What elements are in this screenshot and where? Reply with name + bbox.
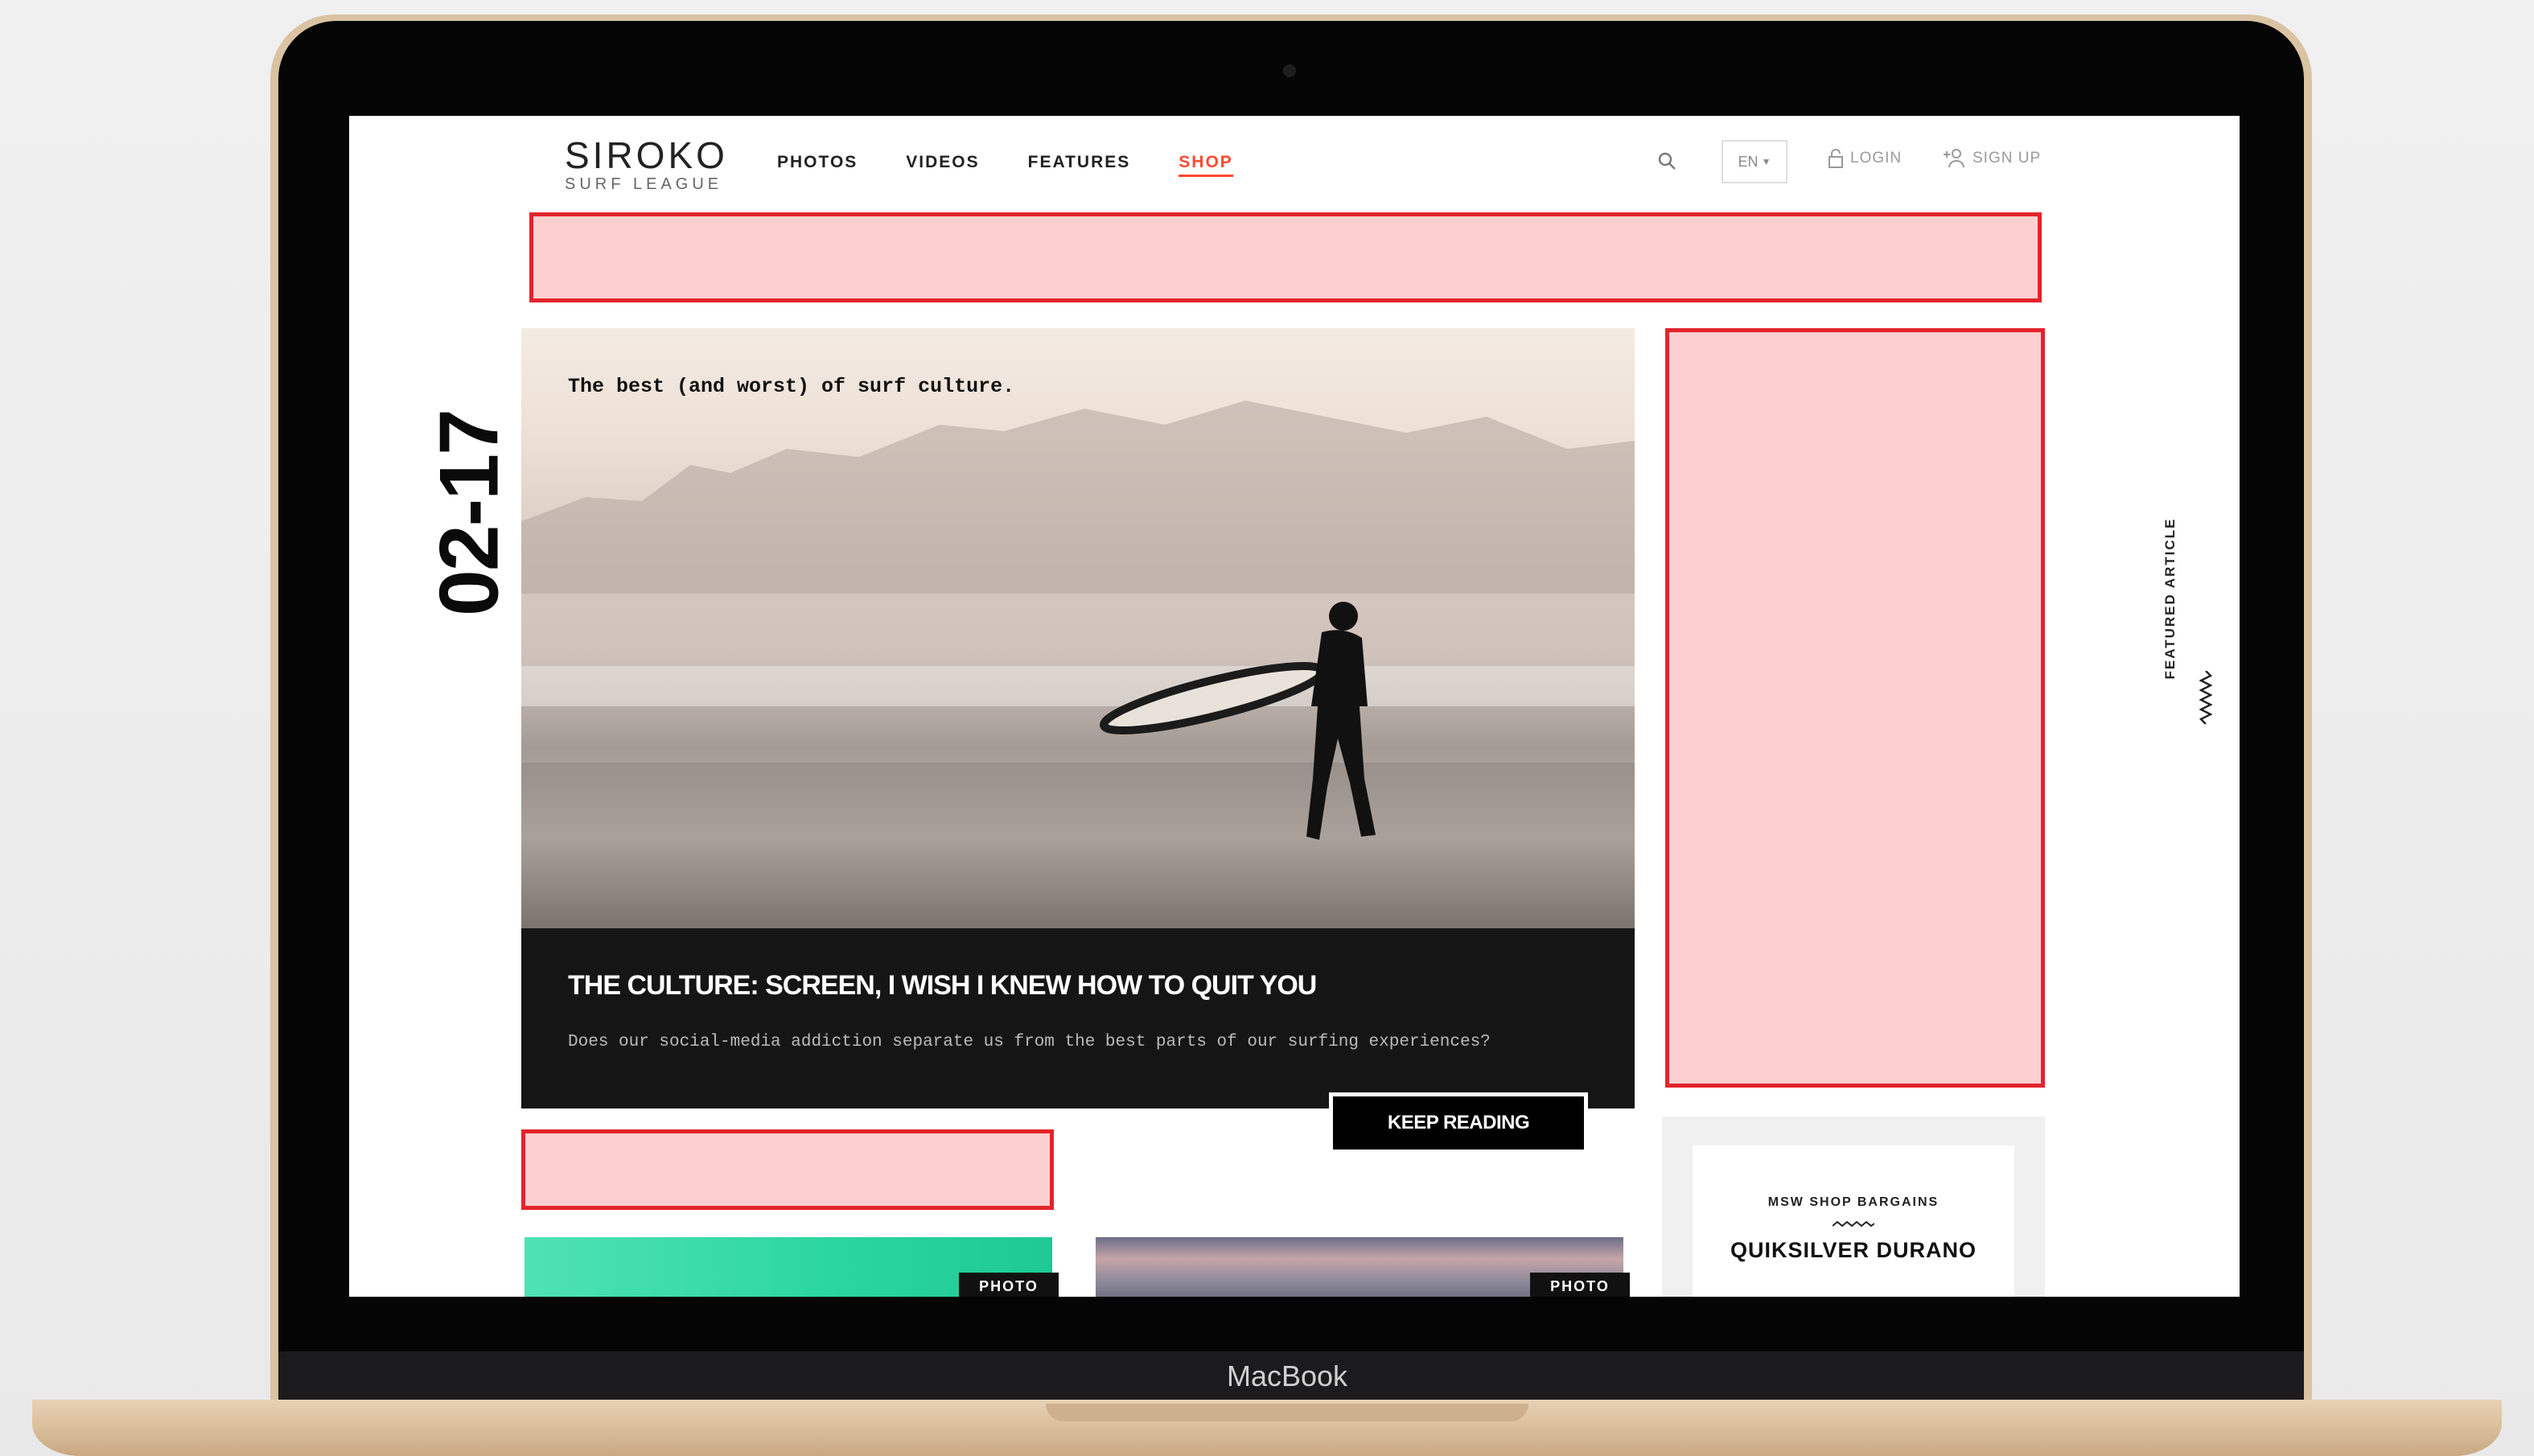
ad-banner-side[interactable]	[1665, 328, 2045, 1088]
nav-item-shop[interactable]: SHOP	[1179, 153, 1233, 177]
photo-tag: PHOTO	[1530, 1273, 1630, 1297]
language-value: EN	[1738, 153, 1759, 170]
shop-bargains-card[interactable]: MSW SHOP BARGAINS QUIKSILVER DURANO	[1662, 1117, 2045, 1297]
nav-item-videos[interactable]: VIDEOS	[906, 153, 979, 177]
article-title[interactable]: THE CULTURE: SCREEN, I WISH I KNEW HOW T…	[568, 970, 1317, 1002]
photo-tag: PHOTO	[959, 1273, 1059, 1297]
hero-image[interactable]: The best (and worst) of surf culture.	[521, 328, 1635, 928]
wave-icon	[2199, 671, 2212, 725]
login-link[interactable]: LOGIN	[1828, 148, 1902, 169]
laptop-hinge-notch	[1046, 1404, 1528, 1421]
chevron-down-icon: ▼	[1761, 156, 1771, 167]
hero-caption: The best (and worst) of surf culture.	[568, 375, 1015, 398]
shop-product-name[interactable]: QUIKSILVER DURANO	[1693, 1238, 2014, 1263]
signup-label: SIGN UP	[1972, 150, 2042, 167]
signup-link[interactable]: SIGN UP	[1942, 148, 2041, 169]
logo-subtitle: SURF LEAGUE	[565, 175, 723, 193]
nav-item-features[interactable]: FEATURES	[1028, 153, 1131, 177]
camera	[1283, 64, 1296, 77]
language-select[interactable]: EN ▼	[1722, 140, 1787, 183]
surfer-scene-image	[521, 401, 1635, 928]
featured-article-panel[interactable]: THE CULTURE: SCREEN, I WISH I KNEW HOW T…	[521, 928, 1635, 1108]
issue-date: 02-17	[422, 410, 516, 616]
ad-banner-small[interactable]	[521, 1129, 1054, 1210]
site-logo[interactable]: SIROKO SURF LEAGUE	[565, 137, 728, 194]
login-label: LOGIN	[1850, 150, 1903, 167]
browser-screen: SIROKO SURF LEAGUE PHOTOS VIDEOS FEATURE…	[349, 116, 2240, 1297]
search-icon[interactable]	[1657, 151, 1676, 171]
device-brand-label: MacBook	[1226, 1359, 1348, 1392]
main-nav: PHOTOS VIDEOS FEATURES SHOP	[777, 153, 1233, 177]
article-thumbnail-1[interactable]: PHOTO	[524, 1237, 1059, 1297]
lock-icon	[1829, 149, 1843, 168]
ad-banner-top[interactable]	[529, 212, 2042, 302]
nav-item-photos[interactable]: PHOTOS	[777, 153, 858, 177]
article-thumbnail-2[interactable]: PHOTO	[1096, 1237, 1630, 1297]
article-description: Does our social-media addiction separate…	[568, 1033, 1491, 1051]
featured-article-label: FEATURED ARTICLE	[2162, 517, 2178, 680]
add-user-icon	[1944, 149, 1964, 168]
shop-card-label: MSW SHOP BARGAINS	[1767, 1195, 1940, 1209]
keep-reading-button[interactable]: KEEP READING	[1329, 1092, 1588, 1154]
logo-title: SIROKO	[565, 134, 728, 176]
wave-divider-icon	[1832, 1220, 1875, 1228]
shop-card-content: MSW SHOP BARGAINS QUIKSILVER DURANO	[1693, 1145, 2014, 1297]
